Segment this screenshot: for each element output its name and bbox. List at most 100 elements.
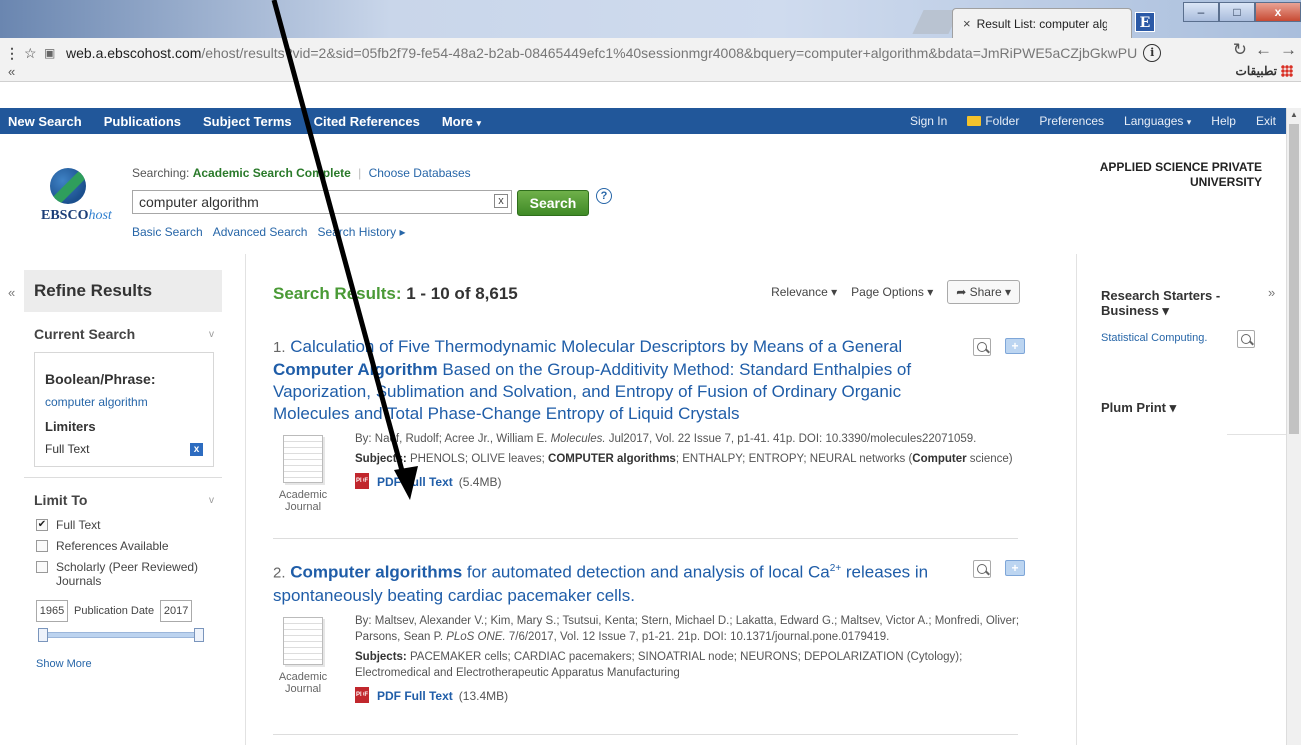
date-slider[interactable] bbox=[38, 628, 204, 642]
preview-magnify-icon[interactable] bbox=[1237, 330, 1255, 348]
checkbox-icon[interactable] bbox=[36, 540, 48, 552]
publication-type: Academic Journal bbox=[273, 671, 333, 695]
preview-magnify-icon[interactable] bbox=[973, 560, 991, 578]
checkbox-checked-icon[interactable]: ✔ bbox=[36, 519, 48, 531]
byline-authors: By: Naef, Rudolf; Acree Jr., William E. bbox=[355, 433, 551, 445]
relevance-sort-dropdown[interactable]: Relevance ▾ bbox=[771, 285, 837, 299]
page-options-dropdown[interactable]: Page Options ▾ bbox=[851, 285, 933, 299]
checkbox-scholarly[interactable]: Scholarly (Peer Reviewed) Journals bbox=[36, 560, 222, 588]
ebsco-logo-text[interactable]: EBSCOhost bbox=[41, 208, 112, 224]
page-scrollbar[interactable]: ▲ bbox=[1286, 108, 1301, 745]
window-controls: – □ x bbox=[1183, 2, 1301, 22]
nav-preferences[interactable]: Preferences bbox=[1039, 114, 1104, 128]
nav-cited-references[interactable]: Cited References bbox=[314, 114, 420, 129]
checkbox-references-available[interactable]: References Available bbox=[36, 539, 222, 553]
apps-label: تطبيقات bbox=[1235, 64, 1277, 78]
nav-new-search[interactable]: New Search bbox=[8, 114, 82, 129]
slider-handle-high[interactable] bbox=[194, 628, 204, 642]
extension-e-icon[interactable]: E bbox=[1135, 12, 1155, 32]
tab-close-icon[interactable]: × bbox=[963, 16, 971, 31]
url-host: web.a.ebscohost.com bbox=[66, 45, 202, 61]
remove-limiter-icon[interactable]: x bbox=[190, 442, 203, 456]
current-term-link[interactable]: computer algorithm bbox=[45, 395, 203, 409]
chevron-down-icon: ▾ bbox=[476, 117, 482, 128]
chevron-down-icon: v bbox=[209, 328, 214, 340]
result-body: Academic Journal By: Naef, Rudolf; Acree… bbox=[273, 431, 1033, 523]
research-starter-link[interactable]: Statistical Computing. bbox=[1101, 332, 1207, 344]
nav-languages-label: Languages bbox=[1124, 114, 1184, 128]
nav-exit[interactable]: Exit bbox=[1256, 114, 1276, 128]
help-icon[interactable]: ? bbox=[596, 188, 612, 204]
result-number: 1. bbox=[273, 339, 286, 356]
title-part: Calculation of Five Thermodynamic Molecu… bbox=[290, 337, 903, 356]
scroll-up-icon[interactable]: ▲ bbox=[1290, 110, 1298, 119]
result-number: 2. bbox=[273, 564, 286, 582]
search-input[interactable]: computer algorithm bbox=[132, 190, 512, 214]
apps-shortcut[interactable]: تطبيقات bbox=[1236, 64, 1293, 78]
choose-databases-link[interactable]: Choose Databases bbox=[369, 166, 471, 180]
share-button[interactable]: ➦ Share ▾ bbox=[947, 280, 1020, 304]
result-actions: + bbox=[973, 560, 1025, 578]
logo-italic: host bbox=[88, 208, 112, 223]
result-actions: + bbox=[973, 338, 1025, 356]
limit-to-label: Limit To bbox=[34, 492, 88, 508]
document-icon[interactable] bbox=[283, 435, 323, 483]
back-icon[interactable]: ← bbox=[1255, 40, 1272, 60]
slider-handle-low[interactable] bbox=[38, 628, 48, 642]
browser-tab[interactable]: × Result List: computer alg bbox=[952, 8, 1132, 38]
nav-subject-terms[interactable]: Subject Terms bbox=[203, 114, 292, 129]
add-to-folder-icon[interactable]: + bbox=[1005, 560, 1025, 576]
bookmark-star-icon[interactable]: ☆ bbox=[24, 45, 44, 62]
close-window-button[interactable]: x bbox=[1255, 2, 1301, 22]
collapse-right-icon[interactable]: » bbox=[1268, 285, 1275, 300]
nav-languages[interactable]: Languages ▾ bbox=[1124, 114, 1191, 128]
add-to-folder-icon[interactable]: + bbox=[1005, 338, 1025, 354]
checkbox-icon[interactable] bbox=[36, 561, 48, 573]
preview-magnify-icon[interactable] bbox=[973, 338, 991, 356]
subjects-text: PACEMAKER cells; CARDIAC pacemakers; SIN… bbox=[355, 650, 963, 679]
plum-print-dropdown[interactable]: Plum Print ▾ bbox=[1101, 400, 1176, 416]
show-more-link[interactable]: Show More bbox=[24, 658, 222, 670]
limit-to-header[interactable]: Limit To v bbox=[24, 478, 222, 518]
minimize-button[interactable]: – bbox=[1183, 2, 1219, 22]
result-details: By: Naef, Rudolf; Acree Jr., William E. … bbox=[355, 431, 1035, 491]
advanced-search-link[interactable]: Advanced Search bbox=[213, 225, 308, 239]
omnibox[interactable]: ⋮ ☆ ▣ web.a.ebscohost.com/ehost/results?… bbox=[0, 42, 1301, 64]
search-button[interactable]: Search bbox=[517, 190, 589, 216]
date-to-input[interactable]: 2017 bbox=[160, 600, 193, 622]
nav-folder[interactable]: Folder bbox=[967, 114, 1019, 128]
nav-more[interactable]: More ▾ bbox=[442, 114, 481, 129]
nav-sign-in[interactable]: Sign In bbox=[910, 114, 947, 128]
menu-dots-icon[interactable]: ⋮ bbox=[0, 45, 24, 62]
result-title-link[interactable]: 1. Calculation of Five Thermodynamic Mol… bbox=[273, 336, 973, 425]
result-title-link[interactable]: 2. Computer algorithms for automated det… bbox=[273, 558, 973, 607]
journal-name: Molecules. bbox=[550, 433, 606, 445]
bookmarks-chevron-icon[interactable]: « bbox=[8, 64, 15, 79]
pdf-full-text-link[interactable]: PDF Full Text bbox=[377, 688, 453, 704]
ebsco-logo-icon[interactable] bbox=[50, 168, 86, 204]
page-info-icon[interactable]: ▣ bbox=[44, 46, 66, 60]
date-from-input[interactable]: 1965 bbox=[36, 600, 68, 622]
pdf-icon[interactable] bbox=[355, 473, 371, 491]
search-history-link[interactable]: Search History ▸ bbox=[317, 225, 405, 239]
pdf-full-text-link[interactable]: PDF Full Text bbox=[377, 474, 453, 490]
maximize-button[interactable]: □ bbox=[1219, 2, 1255, 22]
nav-help[interactable]: Help bbox=[1211, 114, 1236, 128]
collapse-left-icon[interactable]: « bbox=[8, 285, 15, 300]
limit-checkboxes: ✔ Full Text References Available Scholar… bbox=[24, 518, 222, 588]
forward-icon[interactable]: → bbox=[1280, 40, 1297, 60]
result-subjects: Subjects: PACEMAKER cells; CARDIAC pacem… bbox=[355, 649, 1035, 681]
nav-publications[interactable]: Publications bbox=[104, 114, 181, 129]
url-text[interactable]: web.a.ebscohost.com/ehost/results?vid=2&… bbox=[66, 45, 1137, 61]
current-search-header[interactable]: Current Search v bbox=[24, 312, 222, 352]
pdf-icon[interactable] bbox=[355, 686, 371, 705]
research-starters-title[interactable]: Research Starters - Business ▾ bbox=[1101, 288, 1251, 318]
clear-search-icon[interactable]: x bbox=[494, 194, 508, 208]
scroll-thumb[interactable] bbox=[1289, 124, 1299, 434]
basic-search-link[interactable]: Basic Search bbox=[132, 225, 203, 239]
document-icon[interactable] bbox=[283, 616, 323, 665]
info-icon[interactable]: i bbox=[1143, 44, 1162, 62]
top-navigation: New Search Publications Subject Terms Ci… bbox=[0, 108, 1286, 134]
checkbox-full-text[interactable]: ✔ Full Text bbox=[36, 518, 222, 532]
reload-icon[interactable]: ↻ bbox=[1233, 40, 1247, 60]
